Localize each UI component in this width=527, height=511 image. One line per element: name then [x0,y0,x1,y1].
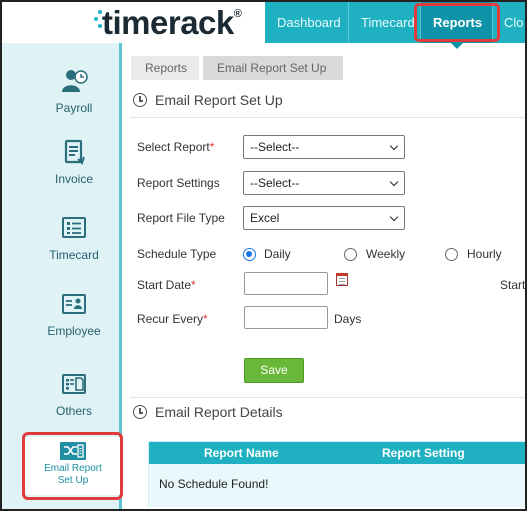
logo-registered-mark: ® [233,8,242,20]
employee-icon [62,294,86,314]
schedule-weekly-radio[interactable] [344,248,357,261]
sidebar-item-payroll[interactable]: Payroll [14,68,134,115]
clock-icon [133,405,147,419]
schedule-hourly-label: Hourly [467,247,502,261]
report-file-type-label: Report File Type [137,211,225,225]
start-time-label-clipped: Start [500,278,526,292]
schedule-daily-label: Daily [264,247,291,261]
nav-dashboard[interactable]: Dashboard [265,2,349,43]
recur-every-label: Recur Every* [137,312,208,326]
report-file-type-dropdown[interactable]: Excel [243,206,405,230]
select-report-label: Select Report* [137,140,215,154]
schedule-type-label: Schedule Type [137,247,217,261]
days-label: Days [334,312,362,326]
table-header: Report Name Report Setting [149,442,526,464]
email-report-highlight-box [22,432,123,500]
column-header-report-setting: Report Setting [382,446,465,460]
divider [130,397,525,398]
divider [130,117,525,118]
select-report-dropdown[interactable]: --Select-- [243,135,405,159]
schedule-hourly-radio[interactable] [445,248,458,261]
email-report-details-heading: Email Report Details [133,404,283,420]
timecard-icon [62,217,86,238]
sidebar-item-label: Employee [47,324,101,338]
payroll-icon [62,70,88,92]
sidebar-item-label: Others [55,404,92,418]
email-report-details-table: Report Name Report Setting No Schedule F… [148,441,526,507]
sidebar-item-label: Timecard [49,248,99,262]
schedule-daily-radio[interactable] [243,248,256,261]
start-date-input[interactable] [244,272,328,295]
invoice-icon [64,139,85,165]
sidebar-item-employee[interactable]: Employee [14,291,134,338]
others-icon [62,374,86,394]
schedule-weekly-label: Weekly [366,247,406,261]
start-date-label: Start Date* [137,278,196,292]
table-body: No Schedule Found! [149,464,526,507]
report-settings-label: Report Settings [137,176,220,190]
reports-highlight-box [414,3,500,42]
report-settings-dropdown[interactable]: --Select-- [243,171,405,195]
empty-table-message: No Schedule Found! [159,477,269,491]
nav-timecard[interactable]: Timecard [349,2,421,43]
sidebar-item-label: Payroll [55,101,93,115]
sidebar-item-others[interactable]: Others [14,371,134,418]
sidebar-item-label: Invoice [54,172,94,186]
column-header-report-name: Report Name [204,446,279,460]
save-button[interactable]: Save [244,358,304,383]
active-nav-caret [451,43,463,49]
recur-every-input[interactable] [244,306,328,329]
breadcrumb-reports[interactable]: Reports [131,56,199,80]
email-report-setup-heading: Email Report Set Up [133,92,283,108]
calendar-icon[interactable] [336,273,348,286]
logo-text: timerack® [102,4,242,41]
breadcrumb-email-report-setup: Email Report Set Up [203,56,343,80]
timerack-logo[interactable]: timerack® [94,4,254,44]
sidebar-item-invoice[interactable]: Invoice [14,139,134,186]
clock-icon [133,93,147,107]
sidebar-item-timecard[interactable]: Timecard [14,215,134,262]
